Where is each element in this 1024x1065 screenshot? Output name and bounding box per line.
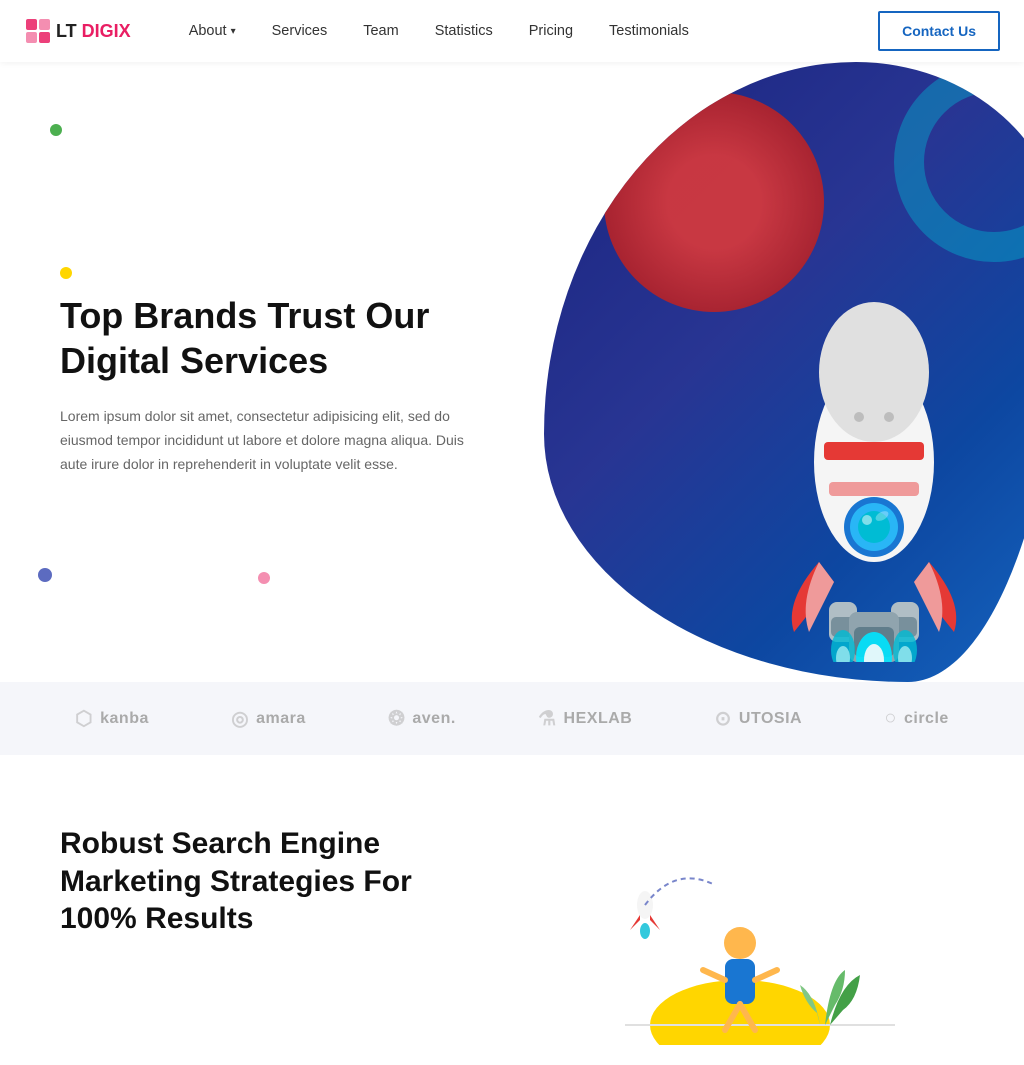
nav-links: About ▾ Services Team Statistics Pricing… — [171, 0, 878, 62]
brands-bar: ⬡ kanba ◎ amara ❂ aven. ⚗ HEXLAB ⊙ UTOSI… — [0, 682, 1024, 755]
brand-label-aven: aven. — [412, 710, 455, 728]
blob-decoration-ring — [894, 62, 1024, 262]
hero-visual — [532, 62, 1024, 682]
brand-icon-aven: ❂ — [388, 706, 405, 731]
navbar: LT DIGIX About ▾ Services Team Statistic… — [0, 0, 1024, 62]
chevron-down-icon: ▾ — [231, 26, 236, 37]
logo[interactable]: LT DIGIX — [24, 17, 131, 45]
brand-icon-utosia: ⊙ — [715, 706, 732, 731]
brand-utosia: ⊙ UTOSIA — [715, 706, 802, 731]
logo-icon — [24, 17, 52, 45]
brand-label-utosia: UTOSIA — [739, 710, 802, 728]
nav-services[interactable]: Services — [254, 0, 346, 62]
brand-hexlab: ⚗ HEXLAB — [538, 706, 632, 731]
rocket-illustration — [674, 242, 1024, 662]
decoration-blue-dot — [38, 568, 52, 582]
hero-section: Top Brands Trust Our Digital Services Lo… — [0, 62, 1024, 682]
hero-description: Lorem ipsum dolor sit amet, consectetur … — [60, 405, 482, 476]
hero-content: Top Brands Trust Our Digital Services Lo… — [0, 207, 532, 536]
decoration-yellow-dot — [60, 267, 72, 279]
nav-team[interactable]: Team — [345, 0, 416, 62]
logo-lt-text: LT — [56, 21, 77, 42]
hero-title: Top Brands Trust Our Digital Services — [60, 293, 482, 383]
brand-icon-circle: ○ — [884, 707, 897, 730]
brand-kanba: ⬡ kanba — [75, 706, 149, 731]
nav-testimonials[interactable]: Testimonials — [591, 0, 707, 62]
section-two-visual — [527, 825, 964, 1045]
contact-us-button[interactable]: Contact Us — [878, 11, 1000, 51]
nav-statistics[interactable]: Statistics — [417, 0, 511, 62]
brand-circle: ○ circle — [884, 707, 948, 730]
brand-icon-hexlab: ⚗ — [538, 706, 556, 731]
brand-icon-kanba: ⬡ — [75, 706, 93, 731]
brand-label-circle: circle — [904, 710, 949, 728]
nav-about[interactable]: About ▾ — [171, 0, 254, 62]
brand-label-amara: amara — [256, 710, 306, 728]
brand-label-kanba: kanba — [100, 710, 149, 728]
decoration-green-dot — [50, 124, 62, 136]
brand-icon-amara: ◎ — [231, 706, 249, 731]
hero-blob — [544, 62, 1024, 682]
section-two-title: Robust Search Engine Marketing Strategie… — [60, 825, 467, 938]
brand-label-hexlab: HEXLAB — [564, 710, 633, 728]
decoration-pink-dot — [258, 572, 270, 584]
section-two-illustration — [585, 825, 905, 1045]
brand-amara: ◎ amara — [231, 706, 306, 731]
nav-pricing[interactable]: Pricing — [511, 0, 591, 62]
brand-aven: ❂ aven. — [388, 706, 456, 731]
section-two-text: Robust Search Engine Marketing Strategie… — [60, 825, 467, 938]
section-two: Robust Search Engine Marketing Strategie… — [0, 755, 1024, 1065]
logo-digix-text: DIGIX — [82, 21, 131, 42]
